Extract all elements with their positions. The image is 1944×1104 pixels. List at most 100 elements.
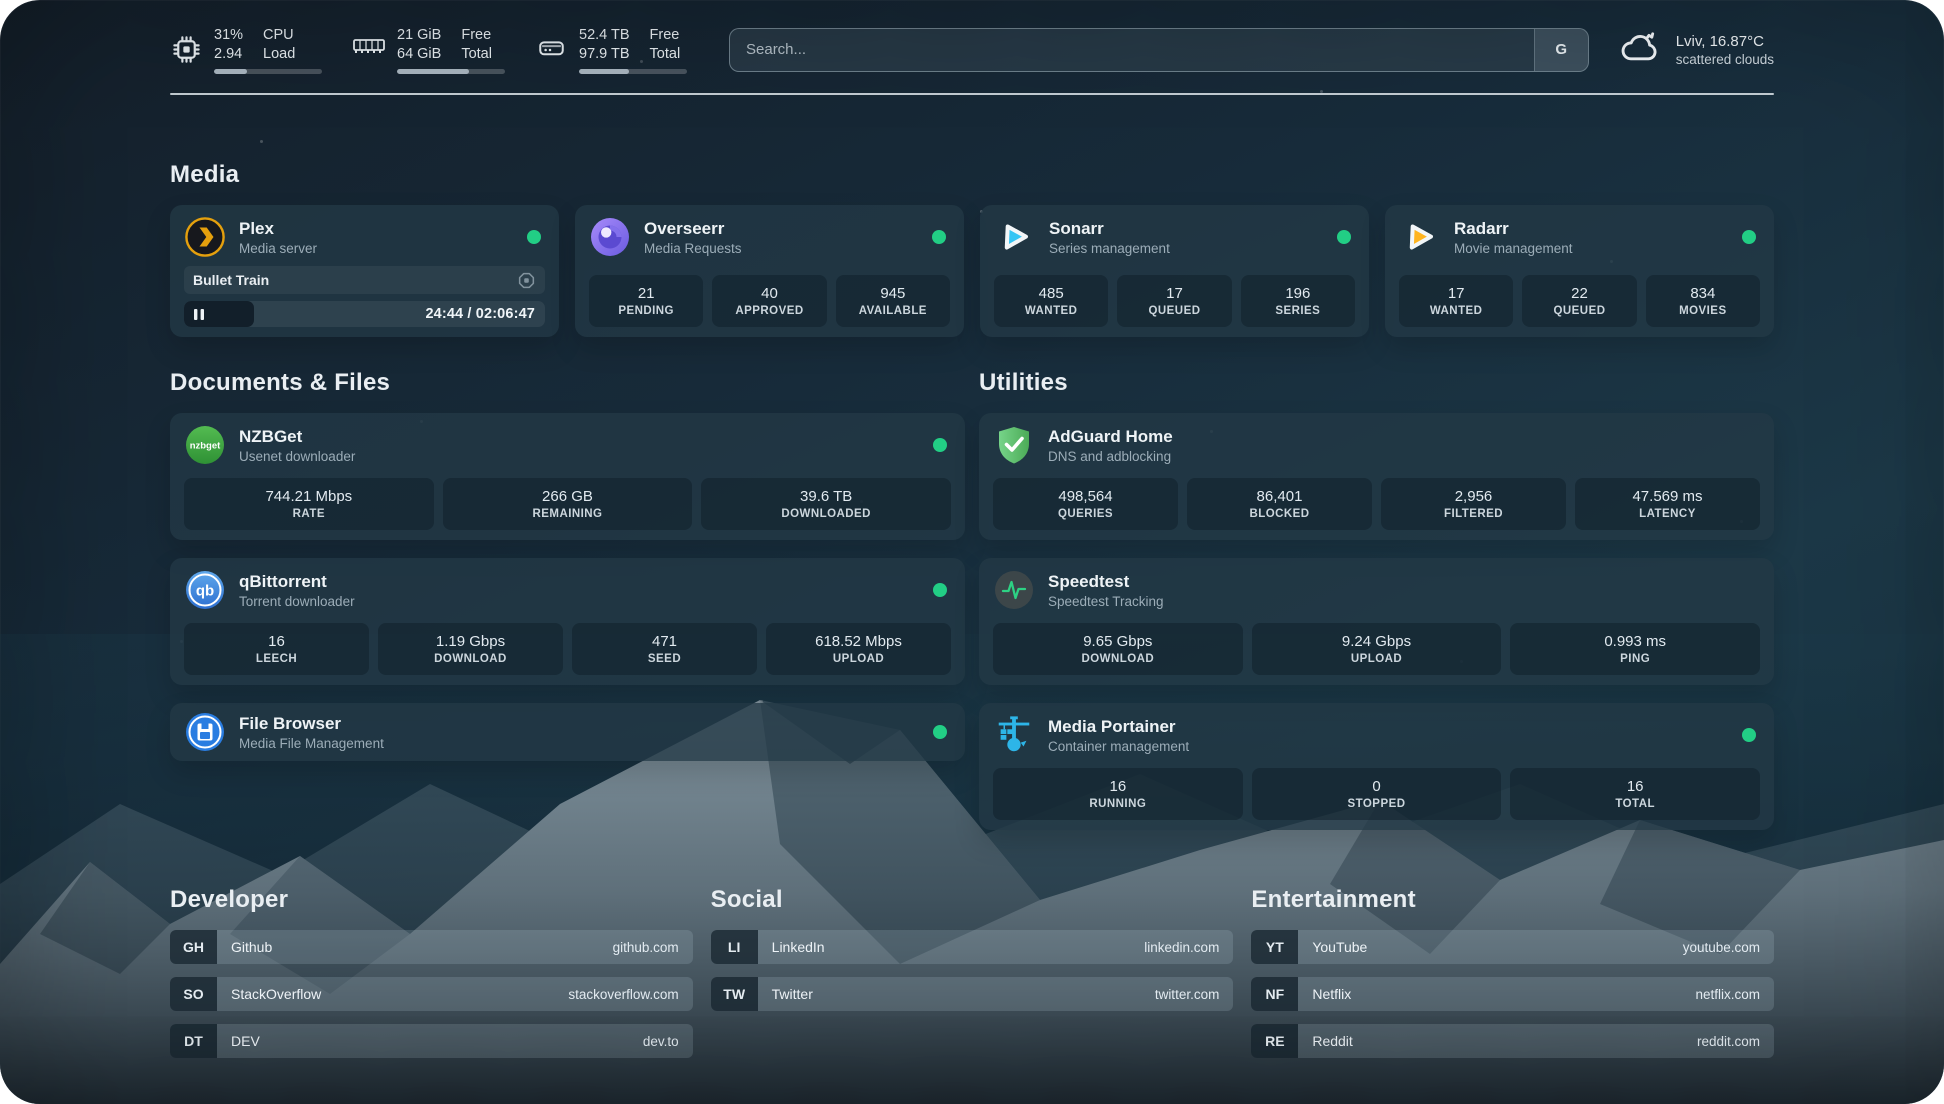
plex-now-playing: Bullet Train 24:44 / 02:06:47 — [184, 266, 545, 327]
stat-value: 0.993 ms — [1604, 633, 1666, 650]
radarr-icon — [1399, 216, 1441, 258]
stat-label: SERIES — [1275, 305, 1320, 317]
status-online-dot — [933, 583, 947, 597]
stat-value: 744.21 Mbps — [265, 488, 352, 505]
service-card-media-portainer[interactable]: Media PortainerContainer management16RUN… — [979, 703, 1774, 830]
portainer-icon — [993, 714, 1035, 756]
service-description: Media File Management — [239, 736, 384, 751]
stat-label: DOWNLOAD — [434, 653, 507, 665]
bookmark-group-entertainment: EntertainmentYTYouTubeyoutube.comNFNetfl… — [1251, 886, 1774, 1058]
stat-label: WANTED — [1025, 305, 1078, 317]
now-playing-icon — [517, 271, 536, 290]
documents-cards: nzbgetNZBGetUsenet downloader744.21 Mbps… — [170, 413, 965, 761]
stat-value: 0 — [1372, 778, 1380, 795]
utilities-cards: AdGuard HomeDNS and adblocking498,564QUE… — [979, 413, 1774, 830]
stat-value: 16 — [268, 633, 285, 650]
status-online-dot — [933, 438, 947, 452]
bookmark-netflix[interactable]: NFNetflixnetflix.com — [1251, 977, 1774, 1011]
weather-widget: Lviv, 16.87°C scattered clouds — [1619, 29, 1774, 70]
cpu-icon — [170, 33, 203, 74]
service-description: Media Requests — [644, 241, 742, 256]
resource-value: 97.9 TB — [579, 45, 630, 64]
status-online-dot — [932, 230, 946, 244]
service-card-plex[interactable]: PlexMedia serverBullet Train24:44 / 02:0… — [170, 205, 559, 337]
service-description: Movie management — [1454, 241, 1573, 256]
stat-value: 39.6 TB — [800, 488, 852, 505]
service-card-adguard-home[interactable]: AdGuard HomeDNS and adblocking498,564QUE… — [979, 413, 1774, 540]
service-card-sonarr[interactable]: SonarrSeries management485WANTED17QUEUED… — [980, 205, 1369, 337]
stat-label: QUEUED — [1554, 305, 1606, 317]
resource-label: Free — [650, 26, 681, 45]
bookmark-label: Twitter — [758, 977, 1155, 1011]
stat-value: 16 — [1627, 778, 1644, 795]
service-card-qbittorrent[interactable]: qbqBittorrentTorrent downloader16LEECH1.… — [170, 558, 965, 685]
bookmark-stackoverflow[interactable]: SOStackOverflowstackoverflow.com — [170, 977, 693, 1011]
stat-filtered: 2,956 FILTERED — [1381, 478, 1566, 530]
adguard-icon — [993, 424, 1035, 466]
search-provider-button[interactable]: G — [1534, 29, 1588, 71]
stat-value: 1.19 Gbps — [436, 633, 505, 650]
bookmark-dev[interactable]: DTDEVdev.to — [170, 1024, 693, 1058]
service-stats: 485WANTED17QUEUED196SERIES — [994, 275, 1355, 327]
stat-ping: 0.993 msPING — [1510, 623, 1760, 675]
service-stats: 16RUNNING 0 STOPPED 16 TOTAL — [993, 768, 1760, 820]
service-name: Sonarr — [1049, 219, 1170, 239]
disk-icon — [535, 33, 568, 74]
service-stats: 744.21 MbpsRATE266 GBREMAINING39.6 TBDOW… — [184, 478, 951, 530]
stat-label: FILTERED — [1444, 508, 1503, 520]
stat-value: 86,401 — [1257, 488, 1303, 505]
service-name: Speedtest — [1048, 572, 1164, 592]
bookmark-abbr: DT — [170, 1024, 217, 1058]
pause-button[interactable] — [193, 308, 205, 321]
service-name: NZBGet — [239, 427, 355, 447]
service-card-radarr[interactable]: RadarrMovie management17WANTED22QUEUED83… — [1385, 205, 1774, 337]
bookmark-abbr: LI — [711, 930, 758, 964]
bookmark-youtube[interactable]: YTYouTubeyoutube.com — [1251, 930, 1774, 964]
service-stats: 498,564QUERIES86,401BLOCKED2,956FILTERED… — [993, 478, 1760, 530]
stat-value: 17 — [1166, 285, 1183, 302]
topbar-divider — [170, 93, 1774, 96]
bookmark-abbr: SO — [170, 977, 217, 1011]
stat-label: QUERIES — [1058, 508, 1113, 520]
stat-label: DOWNLOAD — [1081, 653, 1154, 665]
status-online-dot — [527, 230, 541, 244]
cloud-icon — [1619, 29, 1663, 70]
stat-running: 16RUNNING — [993, 768, 1243, 820]
section-title-documents: Documents & Files — [170, 369, 965, 397]
status-online-dot — [1742, 728, 1756, 742]
stat-leech: 16LEECH — [184, 623, 369, 675]
weather-condition: scattered clouds — [1676, 52, 1774, 67]
stat-upload: 618.52 MbpsUPLOAD — [766, 623, 951, 675]
bookmark-reddit[interactable]: RERedditreddit.com — [1251, 1024, 1774, 1058]
resource-progress-bar — [214, 69, 322, 74]
service-card-speedtest[interactable]: SpeedtestSpeedtest Tracking9.65 GbpsDOWN… — [979, 558, 1774, 685]
section-title-social: Social — [711, 886, 1234, 914]
bookmark-twitter[interactable]: TWTwittertwitter.com — [711, 977, 1234, 1011]
stat-value: 2,956 — [1455, 488, 1493, 505]
service-card-file-browser[interactable]: File BrowserMedia File Management — [170, 703, 965, 761]
section-title-utilities: Utilities — [979, 369, 1774, 397]
playback-progress-bar[interactable]: 24:44 / 02:06:47 — [184, 301, 545, 327]
stat-rate: 744.21 MbpsRATE — [184, 478, 434, 530]
stat-download: 9.65 GbpsDOWNLOAD — [993, 623, 1243, 675]
service-stats: 16LEECH1.19 GbpsDOWNLOAD471SEED618.52 Mb… — [184, 623, 951, 675]
bookmark-label: YouTube — [1298, 930, 1682, 964]
section-media: Media PlexMedia serverBullet Train24:44 … — [170, 161, 1774, 337]
search-bar[interactable]: G — [729, 28, 1589, 72]
now-playing-title: Bullet Train — [193, 272, 269, 288]
stat-download: 1.19 Gbps DOWNLOAD — [378, 623, 563, 675]
stat-label: TOTAL — [1615, 798, 1655, 810]
service-card-overseerr[interactable]: OverseerrMedia Requests21PENDING40APPROV… — [575, 205, 964, 337]
stat-available: 945AVAILABLE — [836, 275, 950, 327]
stat-label: STOPPED — [1348, 798, 1406, 810]
search-input[interactable] — [730, 29, 1534, 71]
bookmark-github[interactable]: GHGithubgithub.com — [170, 930, 693, 964]
service-description: Series management — [1049, 241, 1170, 256]
bookmark-linkedin[interactable]: LILinkedInlinkedin.com — [711, 930, 1234, 964]
stat-downloaded: 39.6 TBDOWNLOADED — [701, 478, 951, 530]
service-card-nzbget[interactable]: nzbgetNZBGetUsenet downloader744.21 Mbps… — [170, 413, 965, 540]
stat-label: UPLOAD — [1351, 653, 1402, 665]
service-stats: 9.65 GbpsDOWNLOAD9.24 GbpsUPLOAD0.993 ms… — [993, 623, 1760, 675]
stat-value: 266 GB — [542, 488, 593, 505]
resource-label: Load — [263, 45, 295, 64]
